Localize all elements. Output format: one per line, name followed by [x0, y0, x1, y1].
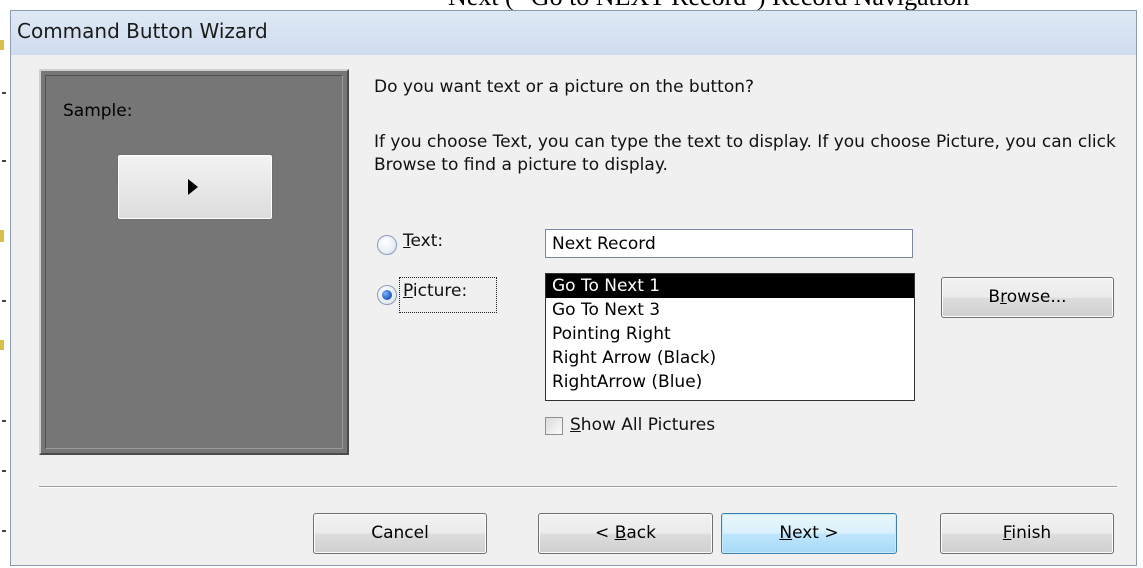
list-item[interactable]: Go To Next 1 [546, 274, 914, 298]
wizard-body: Sample: Do you want text or a picture on… [11, 55, 1136, 565]
window-title: Command Button Wizard [17, 19, 268, 43]
edge-mark [0, 340, 4, 350]
list-item[interactable]: RightArrow (Blue) [546, 370, 914, 394]
radio-selected-dot [382, 290, 392, 300]
next-button[interactable]: Next > [721, 513, 897, 554]
sample-panel: Sample: [39, 69, 349, 455]
back-button[interactable]: < Back [538, 513, 713, 554]
text-option-label[interactable]: Text: [403, 231, 443, 251]
sample-button-preview [117, 154, 273, 220]
edge-mark [0, 40, 4, 50]
edge-tick [2, 300, 6, 302]
show-all-pictures-checkbox[interactable] [545, 417, 563, 435]
left-edge [0, 0, 8, 568]
cancel-button[interactable]: Cancel [313, 513, 487, 554]
picture-listbox[interactable]: Go To Next 1 Go To Next 3 Pointing Right… [545, 273, 915, 401]
list-item[interactable]: Right Arrow (Black) [546, 346, 914, 370]
footer-separator [39, 486, 1117, 488]
text-option-radio[interactable] [377, 235, 397, 255]
browse-button[interactable]: Browse... [941, 277, 1114, 318]
question-text: Do you want text or a picture on the but… [374, 77, 755, 97]
edge-tick [2, 420, 6, 422]
picture-option-radio[interactable] [377, 285, 397, 305]
play-arrow-icon [188, 179, 198, 195]
edge-tick [2, 530, 6, 532]
button-text-input[interactable] [545, 229, 913, 258]
edge-tick [2, 92, 6, 94]
edge-mark [0, 230, 4, 242]
show-all-pictures-label[interactable]: Show All Pictures [570, 415, 715, 435]
sample-label: Sample: [63, 101, 133, 121]
title-bar[interactable]: Command Button Wizard [11, 11, 1136, 56]
sample-panel-inner [45, 75, 343, 449]
finish-button[interactable]: Finish [940, 513, 1114, 554]
picture-option-label[interactable]: Picture: [403, 281, 467, 301]
edge-tick [2, 470, 6, 472]
instructions-text: If you choose Text, you can type the tex… [374, 132, 1116, 175]
command-button-wizard-dialog: Command Button Wizard Sample: Do you wan… [10, 10, 1137, 566]
list-item[interactable]: Pointing Right [546, 322, 914, 346]
list-item[interactable]: Go To Next 3 [546, 298, 914, 322]
edge-tick [2, 160, 6, 162]
